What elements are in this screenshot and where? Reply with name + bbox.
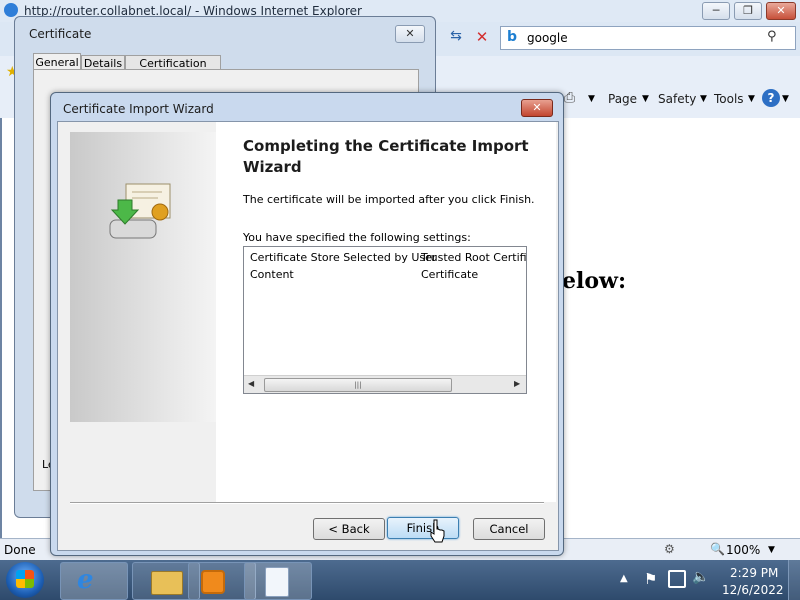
certificate-import-icon [109, 183, 171, 239]
help-icon[interactable]: ? [762, 89, 780, 107]
setting-name: Certificate Store Selected by User [250, 251, 437, 264]
protected-mode-icon[interactable]: ⚙ [664, 542, 675, 556]
clock-time[interactable]: 2:29 PM [730, 566, 778, 580]
safety-menu[interactable]: Safety [658, 92, 696, 106]
chevron-down-icon: ▼ [700, 94, 707, 104]
mouse-cursor-icon [430, 519, 445, 543]
restore-button[interactable]: ❐ [734, 2, 762, 20]
search-input[interactable]: google [527, 31, 568, 45]
cancel-button-label: Cancel [489, 522, 529, 536]
close-button[interactable]: ✕ [766, 2, 796, 20]
scroll-left-icon[interactable]: ◀ [248, 379, 254, 388]
wizard-divider [70, 502, 544, 504]
zoom-dropdown-icon[interactable]: ▼ [768, 545, 775, 555]
start-button[interactable] [6, 562, 44, 598]
print-icon[interactable]: ⎙ [564, 90, 575, 106]
back-button-label: < Back [328, 522, 370, 536]
show-hidden-icons[interactable]: ▲ [620, 573, 628, 584]
internet-explorer-icon: e [77, 565, 94, 595]
taskbar-document-button[interactable] [244, 562, 312, 600]
wizard-close-button[interactable]: ✕ [521, 99, 553, 117]
horizontal-scrollbar[interactable]: ◀ ||| ▶ [244, 375, 526, 393]
bing-icon: b [507, 29, 518, 45]
search-icon[interactable]: ⚲ [767, 29, 777, 44]
network-icon[interactable] [668, 570, 686, 588]
scroll-thumb-grip: ||| [354, 381, 362, 389]
cancel-button[interactable]: Cancel [473, 518, 545, 540]
setting-value: Trusted Root Certifica [421, 251, 526, 264]
page-heading-fragment: elow: [562, 268, 627, 294]
scroll-thumb[interactable]: ||| [264, 378, 452, 392]
chevron-down-icon: ▼ [782, 94, 789, 104]
ie-icon [4, 3, 18, 17]
document-icon [265, 567, 289, 597]
folder-icon [151, 571, 183, 595]
scroll-right-icon[interactable]: ▶ [514, 379, 520, 388]
settings-label: You have specified the following setting… [243, 231, 471, 244]
volume-muted-icon[interactable]: 🔈 [692, 569, 709, 585]
certificate-close-button[interactable]: ✕ [395, 25, 425, 43]
certificate-import-wizard: Certificate Import Wizard ✕ Completing t… [50, 92, 564, 556]
back-button[interactable]: < Back [313, 518, 385, 540]
settings-list[interactable]: Certificate Store Selected by User Trust… [243, 246, 527, 394]
wizard-title: Certificate Import Wizard [63, 102, 214, 116]
windows-logo-icon [16, 570, 34, 588]
print-dropdown-icon[interactable]: ▼ [588, 94, 595, 104]
action-center-flag-icon[interactable]: ⚑ [644, 570, 657, 588]
tools-menu[interactable]: Tools [714, 92, 744, 106]
status-text: Done [4, 543, 36, 557]
wizard-description: The certificate will be imported after y… [243, 193, 535, 206]
wizard-side-banner [70, 132, 216, 422]
stop-button[interactable]: ✕ [472, 28, 492, 48]
media-player-icon [201, 570, 225, 594]
page-menu[interactable]: Page [608, 92, 637, 106]
setting-value: Certificate [421, 268, 479, 281]
setting-name: Content [250, 268, 294, 281]
wizard-main-panel: Completing the Certificate Import Wizard… [216, 122, 556, 502]
refresh-button[interactable]: ⇆ [446, 28, 466, 48]
chevron-down-icon: ▼ [642, 94, 649, 104]
wizard-body: Completing the Certificate Import Wizard… [57, 121, 559, 551]
zoom-level[interactable]: 100% [726, 543, 760, 557]
clock-date[interactable]: 12/6/2022 [722, 583, 784, 597]
wizard-heading: Completing the Certificate Import Wizard [243, 137, 529, 176]
certificate-dialog-title: Certificate [29, 27, 92, 41]
zoom-icon: 🔍 [710, 542, 725, 556]
minimize-button[interactable]: ─ [702, 2, 730, 20]
show-desktop-button[interactable] [788, 560, 800, 600]
taskbar: e ▲ ⚑ 🔈 2:29 PM 12/6/2022 [0, 560, 800, 600]
settings-viewport: Certificate Store Selected by User Trust… [244, 247, 526, 375]
finish-button[interactable]: Finish [387, 517, 459, 539]
tab-general-label: General [35, 56, 79, 69]
chevron-down-icon: ▼ [748, 94, 755, 104]
taskbar-ie-button[interactable]: e [60, 562, 128, 600]
search-box[interactable]: b google ⚲ [500, 26, 796, 50]
